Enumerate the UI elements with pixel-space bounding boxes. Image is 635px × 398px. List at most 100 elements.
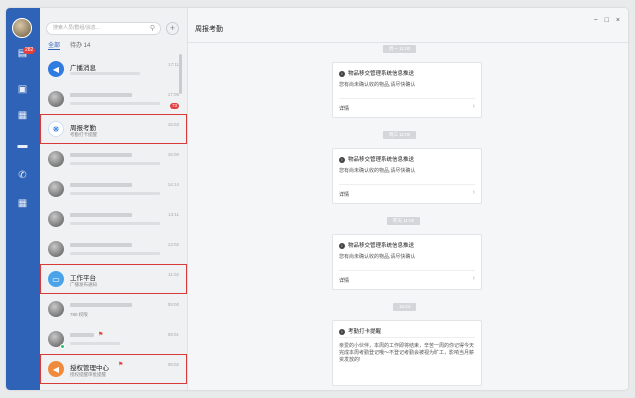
- broadcast-icon: ◀: [48, 61, 64, 77]
- list-item[interactable]: 17:05 73: [40, 84, 187, 114]
- info-icon: i: [339, 328, 345, 335]
- divider: [339, 337, 475, 338]
- tab-todo[interactable]: 待办 14: [70, 40, 90, 50]
- redacted-text: [70, 213, 132, 217]
- message-body: 您有尚未确认收的物品,请尽快确认: [339, 254, 416, 260]
- list-item-time: 09:00: [167, 302, 179, 307]
- left-rail: ▤ 282 ▣ ▦ ▬ ✆ ▦: [6, 8, 40, 390]
- list-item[interactable]: ◀ 广播消息 17:11: [40, 54, 187, 84]
- redacted-text: [70, 333, 94, 337]
- list-item[interactable]: 780 权限 09:00: [40, 294, 187, 324]
- chevron-right-icon[interactable]: ›: [473, 189, 475, 196]
- list-item-preview: 授权提醒审批提醒: [70, 372, 106, 377]
- flag-icon: ⚑: [118, 362, 124, 368]
- list-item-work-platform[interactable]: ▭ 工作平台 广播发布通知 11:02: [40, 264, 187, 294]
- list-item[interactable]: 14:14: [40, 174, 187, 204]
- chevron-right-icon[interactable]: ›: [473, 275, 475, 282]
- redacted-text: [70, 222, 160, 225]
- conversation-list: 搜索人员/群组/消息... ⚲ + 全部 待办 14 ◀ 广播消息 17:11 …: [40, 8, 188, 390]
- list-item-attendance[interactable]: ❋ 周报考勤 考勤打卡提醒 15:03: [40, 114, 187, 144]
- redacted-text: [70, 303, 132, 307]
- list-item-time: 17:11: [168, 62, 179, 67]
- list-item-name: 周报考勤: [70, 125, 96, 132]
- list-item-time: 15:00: [167, 152, 179, 157]
- list-item-auth-center[interactable]: ◀ 授权管理中心 ⚑ 授权提醒审批提醒 08:02: [40, 354, 187, 384]
- redacted-text: [70, 342, 120, 345]
- list-item-time: 13:11: [168, 212, 179, 217]
- search-input[interactable]: 搜索人员/群组/消息... ⚲: [46, 22, 161, 35]
- list-tabs: 全部 待办 14: [48, 40, 90, 50]
- auth-center-icon: ◀: [48, 361, 64, 377]
- redacted-text: [70, 192, 160, 195]
- redacted-text: [70, 162, 160, 165]
- chevron-right-icon[interactable]: ›: [473, 103, 475, 110]
- list-item[interactable]: 13:11: [40, 204, 187, 234]
- message-title: i 考勤打卡提醒: [339, 327, 381, 335]
- message-body: 亲爱的小伙伴，本周的工作即将结束，辛苦一周的你记得今天完成本周考勤登记哦～不登记…: [339, 343, 475, 363]
- calendar-icon[interactable]: ▦: [16, 110, 29, 121]
- list-item[interactable]: 15:00: [40, 144, 187, 174]
- list-item-name: 授权管理中心: [70, 365, 109, 372]
- info-icon: i: [339, 242, 345, 249]
- list-item[interactable]: 13:02: [40, 234, 187, 264]
- message-title: i 物品移交管理系统信息推送: [339, 155, 414, 163]
- message-card: i 物品移交管理系统信息推送 您有尚未确认收的物品,请尽快确认 详情 ›: [332, 62, 482, 118]
- redacted-text: [70, 252, 160, 255]
- app-window: ▤ 282 ▣ ▦ ▬ ✆ ▦ 搜索人员/群组/消息... ⚲ + 全部 待办 …: [6, 8, 628, 390]
- contacts-icon[interactable]: ▣: [16, 84, 29, 95]
- avatar: [48, 151, 64, 167]
- avatar: [48, 181, 64, 197]
- avatar: [48, 241, 64, 257]
- message-timestamp: 15:24: [393, 303, 417, 311]
- divider: [339, 184, 475, 185]
- list-item-preview: 考勤打卡提醒: [70, 132, 97, 137]
- details-link[interactable]: 详情: [339, 105, 349, 112]
- maximize-icon[interactable]: □: [605, 17, 609, 24]
- work-platform-icon: ▭: [48, 271, 64, 287]
- message-body: 您有尚未确认收的物品,请尽快确认: [339, 82, 416, 88]
- list-item-time: 14:14: [167, 182, 179, 187]
- search-icon[interactable]: ⚲: [150, 23, 155, 34]
- message-title: i 物品移交管理系统信息推送: [339, 241, 414, 249]
- list-item-time: 11:02: [168, 272, 179, 277]
- search-placeholder: 搜索人员/群组/消息...: [53, 25, 100, 31]
- list-item-name: 广播消息: [70, 65, 96, 72]
- list-item-time: 09:01: [167, 332, 179, 337]
- avatar: [48, 211, 64, 227]
- info-icon: i: [339, 156, 345, 163]
- divider: [339, 270, 475, 271]
- message-body: 您有尚未确认收的物品,请尽快确认: [339, 168, 416, 174]
- redacted-text: [70, 102, 160, 105]
- message-timestamp: 周一 11:00: [383, 45, 417, 53]
- attendance-icon: ❋: [48, 121, 64, 137]
- list-item[interactable]: ⚑ 09:01: [40, 324, 187, 354]
- header-divider: [188, 42, 628, 43]
- details-link[interactable]: 详情: [339, 277, 349, 284]
- window-controls: − □ ×: [594, 17, 620, 24]
- redacted-text: [70, 153, 132, 157]
- online-status-icon: [60, 344, 65, 349]
- list-item-name: 工作平台: [70, 275, 96, 282]
- chat-pane: 周报考勤 − □ × 周一 11:00 i 物品移交管理系统信息推送 您有尚未确认…: [188, 8, 628, 390]
- chat-title: 周报考勤: [195, 26, 223, 33]
- docs-icon[interactable]: ▬: [16, 140, 29, 151]
- divider: [339, 98, 475, 99]
- apps-icon[interactable]: ▦: [16, 198, 29, 209]
- redacted-text: [70, 243, 132, 247]
- add-button[interactable]: +: [166, 22, 179, 35]
- details-link[interactable]: 详情: [339, 191, 349, 198]
- phone-icon[interactable]: ✆: [16, 170, 29, 181]
- redacted-text: [70, 72, 140, 75]
- close-icon[interactable]: ×: [616, 17, 620, 24]
- list-item-time: 17:05: [167, 92, 179, 97]
- user-avatar[interactable]: [12, 18, 32, 38]
- minimize-icon[interactable]: −: [594, 17, 598, 24]
- redacted-text: [70, 183, 132, 187]
- list-item-preview: 广播发布通知: [70, 282, 97, 287]
- avatar: [48, 301, 64, 317]
- unread-badge: 282: [23, 47, 36, 54]
- info-icon: i: [339, 70, 345, 77]
- tab-all[interactable]: 全部: [48, 40, 61, 50]
- message-card: i 物品移交管理系统信息推送 您有尚未确认收的物品,请尽快确认 详情 ›: [332, 148, 482, 204]
- message-title: i 物品移交管理系统信息推送: [339, 69, 414, 77]
